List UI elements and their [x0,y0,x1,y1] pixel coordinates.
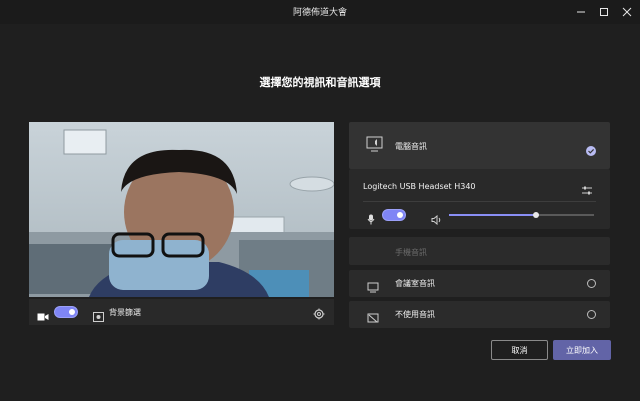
audio-device-name[interactable]: Logitech USB Headset H340 [363,182,476,191]
check-icon [586,141,596,160]
microphone-icon [367,210,375,229]
speaker-volume-fill [449,214,536,216]
computer-audio-icon [366,136,384,156]
background-filter-label[interactable]: 背景篩選 [109,307,141,318]
room-audio-option[interactable]: 會議室音訊 [349,270,610,297]
computer-audio-details: Logitech USB Headset H340 [349,169,610,229]
page-heading: 選擇您的視訊和音訊選項 [259,76,381,89]
details-divider [363,201,596,202]
window-title: 阿德佈道大會 [292,8,347,18]
sliders-icon[interactable] [581,181,593,200]
join-now-button[interactable]: 立即加入 [553,340,611,360]
cancel-button[interactable]: 取消 [491,340,548,360]
camera-icon [37,307,49,326]
maximize-icon[interactable] [593,0,615,24]
phone-audio-option[interactable]: 手機音訊 [349,237,610,265]
camera-preview-image [29,122,334,297]
phone-audio-label: 手機音訊 [395,248,427,257]
no-audio-icon [367,309,379,328]
close-icon[interactable] [616,0,638,24]
camera-preview [29,122,334,297]
no-audio-label: 不使用音訊 [395,310,435,319]
computer-audio-option[interactable]: 電腦音訊 [349,122,610,169]
camera-toggle[interactable] [54,306,78,318]
no-audio-radio[interactable] [587,310,596,319]
room-audio-label: 會議室音訊 [395,279,435,288]
no-audio-option[interactable]: 不使用音訊 [349,301,610,328]
video-controls-bar: 背景篩選 [29,299,334,325]
room-audio-radio[interactable] [587,279,596,288]
microphone-toggle[interactable] [382,209,406,221]
speaker-volume-slider[interactable] [449,212,594,218]
computer-audio-label: 電腦音訊 [395,142,427,151]
gear-icon[interactable] [313,305,325,324]
minimize-icon[interactable] [570,0,592,24]
speaker-icon [431,210,442,229]
title-bar: 阿德佈道大會 [0,0,640,24]
background-effects-icon[interactable] [93,307,104,326]
room-audio-icon [367,278,379,297]
speaker-volume-thumb[interactable] [533,212,539,218]
